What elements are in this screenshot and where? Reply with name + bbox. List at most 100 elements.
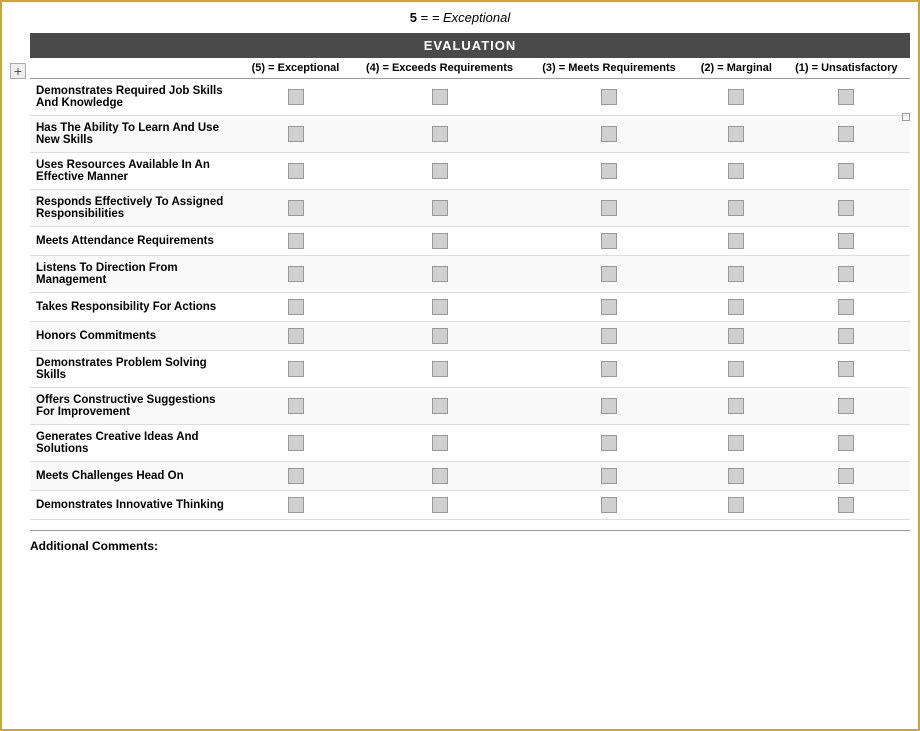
checkbox-cell: [240, 462, 351, 491]
checkbox[interactable]: [601, 89, 617, 105]
checkbox[interactable]: [288, 89, 304, 105]
checkbox[interactable]: [728, 233, 744, 249]
criteria-label: Meets Attendance Requirements: [30, 227, 240, 256]
checkbox[interactable]: [728, 497, 744, 513]
checkbox[interactable]: [288, 266, 304, 282]
checkbox[interactable]: [838, 233, 854, 249]
checkbox[interactable]: [432, 328, 448, 344]
checkbox[interactable]: [432, 497, 448, 513]
checkbox-cell: [351, 293, 528, 322]
checkbox[interactable]: [601, 328, 617, 344]
checkbox[interactable]: [728, 468, 744, 484]
checkbox[interactable]: [432, 200, 448, 216]
checkbox[interactable]: [288, 233, 304, 249]
checkbox[interactable]: [728, 435, 744, 451]
table-row: Honors Commitments: [30, 322, 910, 351]
checkbox-cell: [240, 190, 351, 227]
checkbox-cell: [240, 256, 351, 293]
checkbox[interactable]: [838, 468, 854, 484]
checkbox[interactable]: [288, 126, 304, 142]
checkbox[interactable]: [288, 468, 304, 484]
checkbox[interactable]: [601, 126, 617, 142]
checkbox[interactable]: [601, 233, 617, 249]
checkbox[interactable]: [728, 398, 744, 414]
checkbox[interactable]: [838, 398, 854, 414]
checkbox-cell: [528, 491, 690, 520]
criteria-label: Uses Resources Available In An Effective…: [30, 153, 240, 190]
checkbox[interactable]: [432, 266, 448, 282]
table-row: Has The Ability To Learn And Use New Ski…: [30, 116, 910, 153]
checkbox-cell: [528, 425, 690, 462]
col-5: (5) = Exceptional: [240, 58, 351, 79]
checkbox[interactable]: [432, 299, 448, 315]
criteria-label: Honors Commitments: [30, 322, 240, 351]
checkbox[interactable]: [601, 497, 617, 513]
checkbox[interactable]: [728, 299, 744, 315]
checkbox[interactable]: [432, 468, 448, 484]
scale-number: 5: [410, 10, 417, 25]
checkbox[interactable]: [432, 126, 448, 142]
checkbox[interactable]: [601, 200, 617, 216]
checkbox[interactable]: [728, 266, 744, 282]
checkbox[interactable]: [288, 299, 304, 315]
criteria-label: Has The Ability To Learn And Use New Ski…: [30, 116, 240, 153]
checkbox-cell: [690, 462, 783, 491]
checkbox[interactable]: [288, 398, 304, 414]
checkbox[interactable]: [838, 266, 854, 282]
checkbox-cell: [528, 256, 690, 293]
checkbox[interactable]: [432, 398, 448, 414]
checkbox[interactable]: [432, 435, 448, 451]
checkbox[interactable]: [432, 89, 448, 105]
checkbox[interactable]: [601, 435, 617, 451]
checkbox-cell: [528, 153, 690, 190]
checkbox[interactable]: [601, 266, 617, 282]
checkbox[interactable]: [601, 468, 617, 484]
checkbox[interactable]: [838, 126, 854, 142]
checkbox[interactable]: [432, 163, 448, 179]
checkbox[interactable]: [288, 200, 304, 216]
checkbox-cell: [783, 116, 910, 153]
table-row: Meets Attendance Requirements: [30, 227, 910, 256]
checkbox-cell: [690, 491, 783, 520]
checkbox-cell: [351, 190, 528, 227]
expand-icon[interactable]: +: [10, 63, 26, 79]
checkbox[interactable]: [728, 200, 744, 216]
checkbox-cell: [351, 153, 528, 190]
checkbox-cell: [783, 293, 910, 322]
checkbox[interactable]: [432, 361, 448, 377]
checkbox[interactable]: [838, 163, 854, 179]
checkbox-cell: [351, 351, 528, 388]
checkbox[interactable]: [601, 299, 617, 315]
checkbox[interactable]: [288, 361, 304, 377]
table-row: Listens To Direction From Management: [30, 256, 910, 293]
checkbox-cell: [351, 388, 528, 425]
checkbox-cell: [783, 351, 910, 388]
checkbox[interactable]: [288, 163, 304, 179]
checkbox[interactable]: [601, 398, 617, 414]
checkbox[interactable]: [432, 233, 448, 249]
checkbox[interactable]: [838, 299, 854, 315]
checkbox[interactable]: [601, 163, 617, 179]
checkbox[interactable]: [838, 497, 854, 513]
checkbox[interactable]: [728, 163, 744, 179]
checkbox[interactable]: [838, 361, 854, 377]
checkbox-cell: [690, 388, 783, 425]
checkbox[interactable]: [601, 361, 617, 377]
checkbox[interactable]: [728, 126, 744, 142]
table-body: Demonstrates Required Job Skills And Kno…: [30, 79, 910, 520]
checkbox[interactable]: [728, 361, 744, 377]
checkbox[interactable]: [728, 89, 744, 105]
checkbox[interactable]: [288, 328, 304, 344]
scale-text: = Exceptional: [432, 10, 510, 25]
checkbox-cell: [351, 256, 528, 293]
checkbox[interactable]: [838, 200, 854, 216]
checkbox[interactable]: [838, 89, 854, 105]
checkbox[interactable]: [728, 328, 744, 344]
checkbox-cell: [783, 153, 910, 190]
checkbox[interactable]: [838, 328, 854, 344]
checkbox[interactable]: [288, 435, 304, 451]
checkbox-cell: [240, 351, 351, 388]
checkbox[interactable]: [288, 497, 304, 513]
col-3: (3) = Meets Requirements: [528, 58, 690, 79]
checkbox[interactable]: [838, 435, 854, 451]
